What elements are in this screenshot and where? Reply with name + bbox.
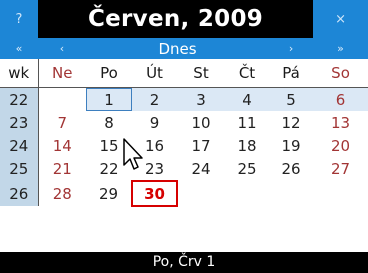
day-cell[interactable]: 25 (225, 157, 269, 181)
next-month-button[interactable]: › (269, 38, 314, 59)
day-cell[interactable]: 26 (269, 157, 313, 181)
week-number: 26 (0, 181, 39, 206)
day-name-thursday: Čt (225, 59, 269, 88)
day-name-friday: Pá (269, 59, 314, 88)
week-number: 25 (0, 157, 39, 181)
calendar-table: ? Červen, 2009 × « ‹ Dnes › » wk Ne Po Ú… (0, 0, 368, 207)
day-name-monday: Po (86, 59, 132, 88)
day-cell[interactable]: 17 (177, 134, 225, 157)
day-cell[interactable]: 20 (313, 134, 368, 157)
day-cell[interactable]: 11 (225, 111, 269, 134)
today-button[interactable]: Dnes (86, 38, 269, 59)
day-name-wednesday: St (177, 59, 225, 88)
day-name-tuesday: Út (132, 59, 177, 88)
empty-day-cell (269, 181, 313, 206)
day-cell[interactable]: 12 (269, 111, 313, 134)
week-row: 25 21 22 23 24 25 26 27 (0, 157, 368, 181)
day-cell[interactable]: 18 (225, 134, 269, 157)
prev-month-button[interactable]: ‹ (38, 38, 86, 59)
day-cell[interactable]: 21 (38, 157, 86, 181)
day-cell-selected[interactable]: 1 (86, 87, 132, 111)
empty-day-cell (313, 181, 368, 206)
day-cell[interactable]: 4 (225, 87, 269, 111)
help-button[interactable]: ? (0, 0, 38, 38)
empty-day-cell (38, 87, 86, 111)
day-cell-today[interactable]: 30 (131, 180, 178, 207)
day-cell[interactable]: 5 (269, 87, 314, 111)
week-row: 24 14 15 16 17 18 19 20 (0, 134, 368, 157)
day-name-saturday: So (313, 59, 368, 88)
month-year-title: Červen, 2009 (38, 0, 314, 38)
week-number: 24 (0, 134, 39, 157)
prev-year-button[interactable]: « (0, 38, 38, 59)
day-cell[interactable]: 13 (313, 111, 368, 134)
day-cell[interactable]: 24 (177, 157, 225, 181)
week-number-header: wk (0, 59, 39, 88)
calendar-popup: ? Červen, 2009 × « ‹ Dnes › » wk Ne Po Ú… (0, 0, 368, 273)
day-cell[interactable]: 27 (313, 157, 368, 181)
day-name-sunday: Ne (38, 59, 86, 88)
empty-day-cell (177, 181, 225, 206)
status-bar: Po, Črv 1 (0, 252, 368, 273)
mouse-pointer-icon (123, 138, 143, 170)
day-cell[interactable]: 14 (38, 134, 86, 157)
day-cell[interactable]: 10 (177, 111, 225, 134)
week-number: 23 (0, 111, 39, 134)
week-row: 22 1 2 3 4 5 6 (0, 87, 368, 111)
day-cell[interactable]: 3 (177, 87, 225, 111)
day-cell[interactable]: 7 (38, 111, 86, 134)
week-number: 22 (0, 87, 39, 111)
day-cell[interactable]: 6 (313, 87, 368, 111)
day-cell[interactable]: 8 (86, 111, 132, 134)
close-button[interactable]: × (313, 0, 368, 38)
day-cell[interactable]: 29 (86, 181, 132, 206)
day-cell[interactable]: 28 (38, 181, 86, 206)
week-row: 23 7 8 9 10 11 12 13 (0, 111, 368, 134)
day-cell[interactable]: 9 (132, 111, 177, 134)
day-cell[interactable]: 19 (269, 134, 313, 157)
week-row: 26 28 29 30 (0, 180, 368, 207)
empty-day-cell (225, 181, 269, 206)
next-year-button[interactable]: » (313, 38, 368, 59)
day-cell[interactable]: 2 (132, 87, 177, 111)
